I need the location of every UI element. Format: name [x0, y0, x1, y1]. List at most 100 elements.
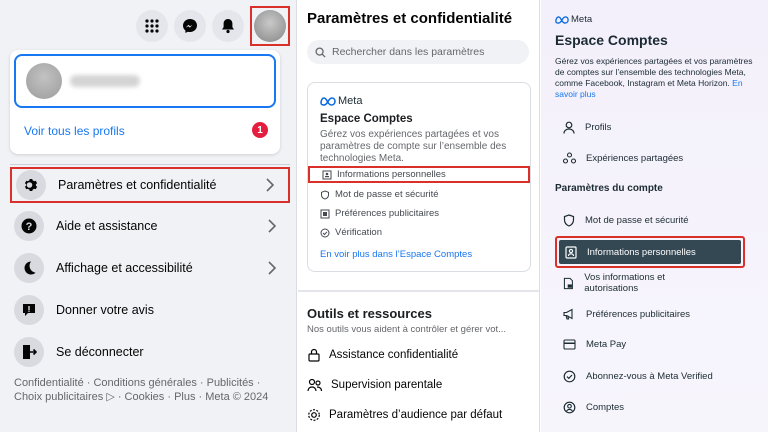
nav-item-label: Meta Pay [586, 339, 627, 350]
footer-links[interactable]: Confidentialité · Conditions générales ·… [14, 376, 289, 404]
notification-badge: 1 [252, 122, 268, 138]
meta-logo-text: Meta [571, 14, 593, 25]
see-all-profiles-link[interactable]: Voir tous les profils [24, 124, 125, 138]
chevron-right-icon [268, 219, 276, 233]
nav-item-label: Mot de passe et sécurité [585, 215, 689, 226]
settings-search-input[interactable]: Rechercher dans les paramètres [307, 40, 529, 64]
nav-item-label: Expériences partagées [586, 152, 684, 164]
menu-item-give-feedback[interactable]: Donner votre avis [10, 292, 290, 328]
connected-nodes-icon [563, 152, 576, 164]
menu-item-label: Affichage et accessibilité [56, 261, 193, 275]
nav-item-meta-verified[interactable]: Abonnez-vous à Meta Verified [563, 370, 713, 383]
tools-section-description: Nos outils vous aident à contrôler et gé… [307, 324, 507, 335]
bell-icon [222, 19, 234, 34]
shield-icon [321, 189, 329, 200]
check-circle-icon [320, 228, 330, 237]
gear-icon [308, 409, 320, 421]
notifications-button[interactable] [212, 10, 244, 42]
nav-item-accounts[interactable]: Comptes [563, 401, 624, 414]
account-circle-icon [563, 401, 576, 414]
page-title: Paramètres et confidentialité [307, 10, 513, 27]
logout-icon [14, 337, 44, 367]
profile-picture [26, 63, 62, 99]
meta-infinity-icon [320, 96, 336, 106]
profile-card: Voir tous les profils 1 [10, 50, 280, 154]
megaphone-icon [563, 308, 573, 320]
page-description: Gérez vos expériences partagées et vos p… [555, 56, 760, 100]
credit-card-icon [563, 339, 576, 350]
grid-dots-icon [145, 19, 159, 33]
tool-label: Assistance confidentialité [329, 349, 459, 361]
lock-icon [308, 348, 320, 362]
apps-menu-button[interactable] [136, 10, 168, 42]
nav-item-profiles[interactable]: Profils [563, 121, 611, 134]
top-bar [136, 6, 290, 46]
account-settings-section-title: Paramètres du compte [555, 183, 663, 194]
menu-item-display-accessibility[interactable]: Affichage et accessibilité [10, 250, 290, 286]
meta-logo: Meta [320, 95, 362, 107]
nav-item-shared-experiences[interactable]: Expériences partagées [563, 152, 683, 164]
accounts-center-panel: Meta Espace Comptes Gérez vos expérience… [541, 0, 768, 432]
nav-item-meta-pay[interactable]: Meta Pay [563, 339, 626, 350]
search-icon [315, 46, 326, 58]
divider [298, 290, 539, 292]
tool-label: Paramètres d’audience par défaut [329, 409, 503, 421]
row-verification[interactable]: Vérification [320, 227, 382, 238]
menu-item-log-out[interactable]: Se déconnecter [10, 334, 290, 370]
tools-section-title: Outils et ressources [307, 306, 432, 321]
verified-badge-icon [563, 370, 576, 383]
meta-logo-text: Meta [338, 95, 363, 107]
document-lock-icon [563, 277, 573, 289]
chevron-right-icon [266, 178, 274, 192]
tool-privacy-checkup[interactable]: Assistance confidentialité [307, 348, 458, 362]
divider [10, 164, 290, 165]
description-text: Gérez vos expériences partagées et vos p… [555, 56, 753, 88]
tool-label: Supervision parentale [331, 379, 443, 391]
id-card-icon [565, 245, 577, 259]
tool-default-audience[interactable]: Paramètres d’audience par défaut [307, 408, 502, 422]
row-label: Mot de passe et sécurité [335, 189, 439, 200]
people-icon [307, 378, 323, 392]
account-avatar-highlight[interactable] [250, 6, 290, 46]
row-ad-preferences[interactable]: Préférences publicitaires [320, 208, 439, 219]
nav-item-label: Informations personnelles [587, 246, 696, 258]
ad-icon [320, 209, 330, 218]
moon-icon [14, 253, 44, 283]
nav-item-ad-preferences[interactable]: Préférences publicitaires [563, 308, 690, 320]
profile-name-blurred [70, 75, 140, 87]
nav-item-label: Préférences publicitaires [586, 308, 691, 320]
facebook-menu-panel: Voir tous les profils 1 Paramètres et co… [0, 0, 297, 432]
nav-item-password-security[interactable]: Mot de passe et sécurité [563, 214, 689, 227]
person-icon [563, 121, 575, 134]
feedback-icon [14, 295, 44, 325]
row-label: Vérification [335, 227, 382, 238]
search-placeholder: Rechercher dans les paramètres [332, 46, 485, 58]
menu-item-help-support[interactable]: ? Aide et assistance [10, 208, 290, 244]
nav-item-personal-information[interactable]: Informations personnelles [559, 240, 741, 264]
page-title: Espace Comptes [555, 32, 668, 48]
row-personal-information[interactable]: Informations personnelles [308, 166, 530, 183]
svg-text:?: ? [26, 221, 33, 233]
avatar[interactable] [254, 10, 286, 42]
accounts-center-card: Meta Espace Comptes Gérez vos expérience… [307, 82, 531, 272]
row-label: Préférences publicitaires [335, 208, 440, 219]
nav-item-personal-information-highlight[interactable]: Informations personnelles [555, 236, 745, 268]
menu-item-label: Se déconnecter [56, 345, 144, 359]
question-icon: ? [14, 211, 44, 241]
menu-item-label: Aide et assistance [56, 219, 158, 233]
messenger-icon [183, 19, 197, 33]
messenger-button[interactable] [174, 10, 206, 42]
see-more-accounts-center-link[interactable]: En voir plus dans l’Espace Comptes [320, 249, 472, 260]
row-password-security[interactable]: Mot de passe et sécurité [320, 189, 439, 200]
id-card-icon [322, 170, 332, 179]
meta-infinity-icon [555, 15, 569, 24]
card-description: Gérez vos expériences partagées et vos p… [320, 129, 507, 164]
row-label: Informations personnelles [337, 169, 446, 180]
nav-item-label: Comptes [586, 402, 625, 413]
settings-privacy-panel: Paramètres et confidentialité Rechercher… [298, 0, 540, 432]
tool-parental-supervision[interactable]: Supervision parentale [307, 378, 442, 392]
meta-logo: Meta [555, 14, 592, 25]
nav-item-your-information-permissions[interactable]: Vos informations et autorisations [563, 272, 713, 294]
menu-item-settings-privacy[interactable]: Paramètres et confidentialité [10, 167, 290, 203]
current-profile[interactable] [14, 54, 276, 108]
